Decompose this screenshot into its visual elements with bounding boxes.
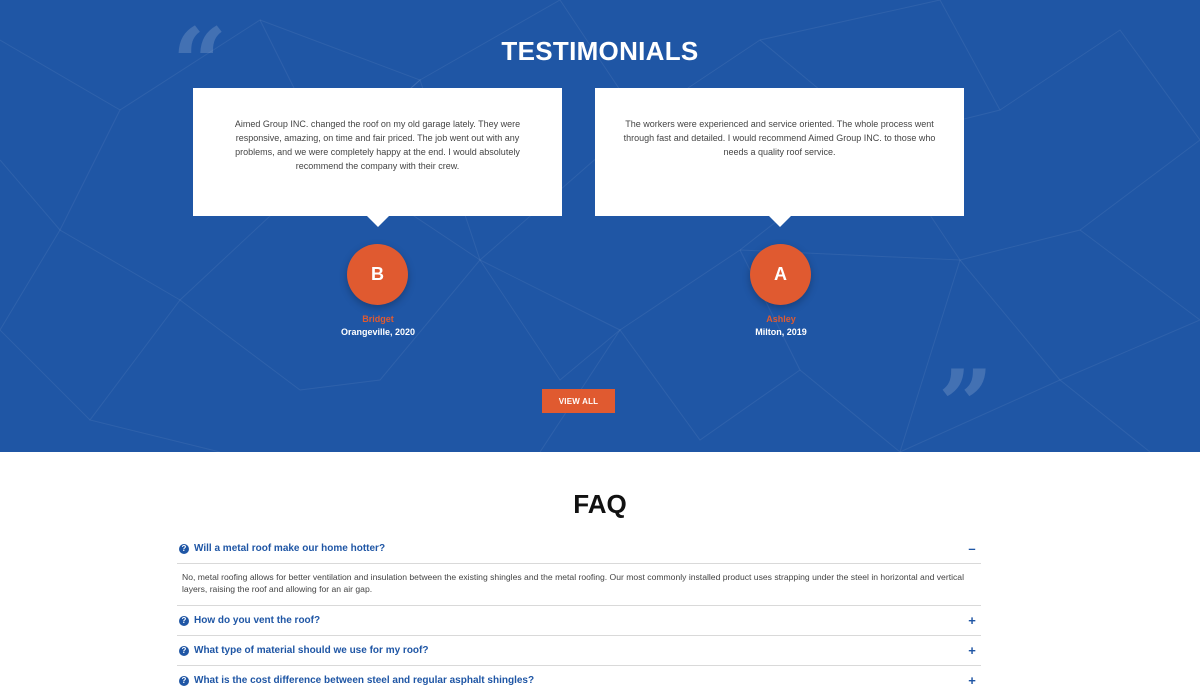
faq-question[interactable]: Will a metal roof make our home hotter? bbox=[194, 543, 967, 554]
faq-question[interactable]: What type of material should we use for … bbox=[194, 645, 967, 656]
faq-question-toggle[interactable]: ? What type of material should we use fo… bbox=[177, 636, 981, 665]
testimonial-card: Aimed Group INC. changed the roof on my … bbox=[193, 88, 562, 227]
faq-question-toggle[interactable]: ? Will a metal roof make our home hotter… bbox=[177, 534, 981, 563]
testimonial-author: Ashley Milton, 2019 bbox=[701, 313, 861, 339]
question-circle-icon: ? bbox=[179, 543, 189, 554]
testimonial-text: The workers were experienced and service… bbox=[623, 119, 936, 157]
question-circle-icon: ? bbox=[179, 615, 189, 626]
faq-item: ? Will a metal roof make our home hotter… bbox=[177, 534, 981, 606]
expand-icon[interactable]: + bbox=[967, 643, 977, 658]
testimonial-text: Aimed Group INC. changed the roof on my … bbox=[234, 119, 521, 171]
question-circle-icon: ? bbox=[179, 675, 189, 686]
faq-question[interactable]: What is the cost difference between stee… bbox=[194, 675, 967, 686]
faq-question-toggle[interactable]: ? What is the cost difference between st… bbox=[177, 666, 981, 695]
author-name: Bridget bbox=[362, 314, 394, 324]
faq-item: ? What type of material should we use fo… bbox=[177, 636, 981, 666]
faq-item: ? How do you vent the roof? + bbox=[177, 606, 981, 636]
avatar: A bbox=[750, 244, 811, 305]
faq-question[interactable]: How do you vent the roof? bbox=[194, 615, 967, 626]
question-circle-icon: ? bbox=[179, 645, 189, 656]
testimonial-card: The workers were experienced and service… bbox=[595, 88, 964, 227]
expand-icon[interactable]: + bbox=[967, 613, 977, 628]
testimonial-author: Bridget Orangeville, 2020 bbox=[298, 313, 458, 339]
faq-question-toggle[interactable]: ? How do you vent the roof? + bbox=[177, 606, 981, 635]
close-quote-icon: ” bbox=[938, 349, 994, 453]
expand-icon[interactable]: + bbox=[967, 673, 977, 688]
author-name: Ashley bbox=[766, 314, 796, 324]
testimonials-section: “ ” TESTIMONIALS Aimed Group INC. change… bbox=[0, 0, 1200, 452]
testimonials-title: TESTIMONIALS bbox=[501, 36, 699, 66]
faq-title: FAQ bbox=[573, 489, 627, 519]
faq-list: ? Will a metal roof make our home hotter… bbox=[177, 534, 981, 695]
avatar: B bbox=[347, 244, 408, 305]
collapse-icon[interactable]: – bbox=[967, 541, 977, 556]
view-all-button[interactable]: VIEW ALL bbox=[542, 389, 615, 413]
faq-answer: No, metal roofing allows for better vent… bbox=[177, 563, 981, 605]
author-location-year: Milton, 2019 bbox=[755, 327, 807, 337]
faq-item: ? What is the cost difference between st… bbox=[177, 666, 981, 695]
author-location-year: Orangeville, 2020 bbox=[340, 327, 416, 337]
